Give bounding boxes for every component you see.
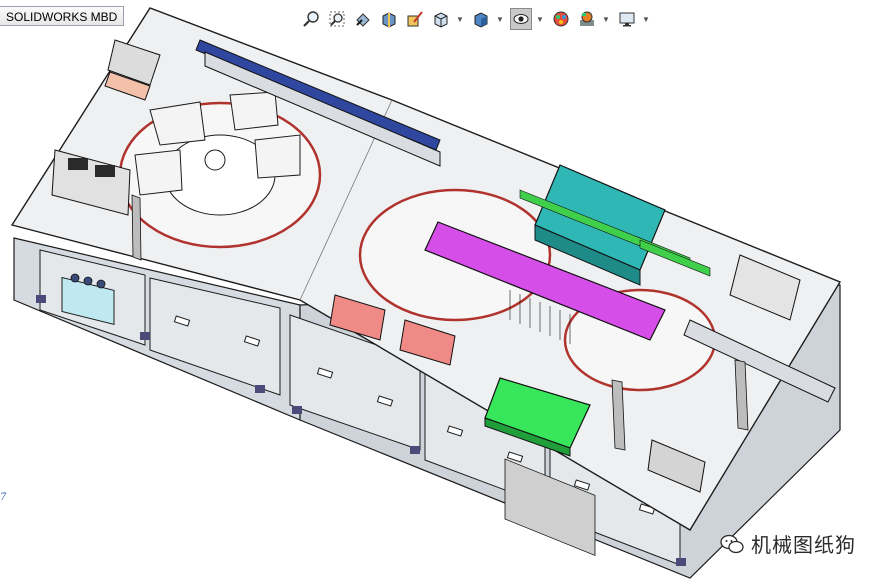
hide-show-items-dropdown[interactable]: ▼: [536, 8, 544, 30]
view-settings-dropdown[interactable]: ▼: [642, 8, 650, 30]
zoom-to-area-icon: [329, 11, 345, 27]
heads-up-view-toolbar: ▼ ▼ ▼ ▼ ▼: [300, 6, 656, 32]
view-settings-button[interactable]: [616, 8, 638, 30]
zoom-to-area-button[interactable]: [326, 8, 348, 30]
edit-appearance-icon: [553, 11, 569, 27]
document-tab[interactable]: SOLIDWORKS MBD: [0, 6, 125, 26]
wechat-icon: [720, 534, 744, 553]
watermark: 机械图纸狗: [719, 529, 856, 558]
apply-scene-button[interactable]: [576, 8, 598, 30]
view-orientation-dropdown[interactable]: ▼: [456, 8, 464, 30]
view-orientation-icon: [434, 12, 448, 28]
reference-triad: 7: [0, 492, 7, 503]
previous-view-button[interactable]: [352, 8, 374, 30]
apply-scene-dropdown[interactable]: ▼: [602, 8, 610, 30]
section-view-button[interactable]: [378, 8, 400, 30]
zoom-to-fit-icon: [303, 11, 319, 27]
previous-view-icon: [356, 13, 370, 27]
edit-appearance-button[interactable]: [550, 8, 572, 30]
display-style-icon: [474, 12, 488, 28]
view-orientation-button[interactable]: [430, 8, 452, 30]
section-view-icon: [382, 12, 396, 28]
hide-show-items-icon: [513, 14, 529, 24]
graphics-area[interactable]: [0, 0, 882, 580]
watermark-text: 机械图纸狗: [751, 533, 856, 557]
machine-model: [10, 7, 842, 579]
dynamic-annotation-views-button[interactable]: [404, 8, 426, 30]
display-style-button[interactable]: [470, 8, 492, 30]
zoom-to-fit-button[interactable]: [300, 8, 322, 30]
dynamic-annotation-views-icon: [407, 11, 423, 27]
view-settings-icon: [619, 12, 635, 27]
hide-show-items-button[interactable]: [510, 8, 532, 30]
display-style-dropdown[interactable]: ▼: [496, 8, 504, 30]
apply-scene-icon: [580, 11, 594, 26]
